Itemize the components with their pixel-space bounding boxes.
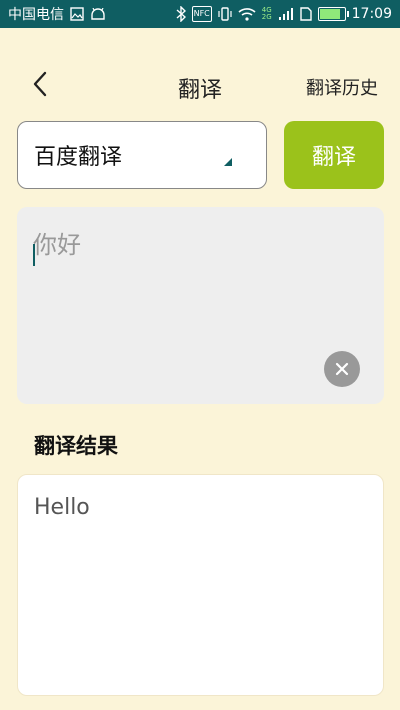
close-icon: [335, 362, 349, 376]
status-left: 中国电信: [8, 4, 106, 24]
carrier-name: 中国电信: [8, 7, 64, 23]
result-box: Hello: [17, 474, 384, 696]
text-cursor: [33, 244, 35, 266]
sim-icon: [299, 6, 312, 22]
status-bar: 中国电信 NFC 4G 2G 17:09: [0, 0, 400, 28]
status-right: NFC 4G 2G 17:09: [176, 6, 392, 22]
android-icon: [90, 6, 106, 22]
image-icon: [70, 6, 84, 22]
translate-button[interactable]: 翻译: [284, 121, 384, 189]
engine-select[interactable]: 百度翻译: [17, 121, 267, 189]
status-time: 17:09: [351, 6, 392, 22]
result-text: Hello: [34, 495, 90, 520]
clear-button[interactable]: [324, 351, 360, 387]
result-label: 翻译结果: [34, 434, 118, 458]
network-type-indicator: 4G 2G: [262, 7, 272, 21]
wifi-icon: [238, 6, 256, 22]
battery-level-fill: [319, 9, 341, 19]
app-header: 翻译 翻译历史: [0, 56, 400, 112]
source-text-placeholder: 你好: [33, 231, 81, 259]
nfc-icon: NFC: [191, 6, 212, 22]
battery-icon: [317, 7, 349, 21]
engine-select-value: 百度翻译: [34, 145, 123, 170]
network-type-bottom: 2G: [261, 13, 272, 21]
dropdown-caret-icon: [224, 158, 232, 166]
bluetooth-icon: [176, 6, 186, 22]
signal-icon: [278, 6, 294, 22]
history-link[interactable]: 翻译历史: [306, 74, 378, 100]
vibrate-icon: [218, 6, 232, 22]
